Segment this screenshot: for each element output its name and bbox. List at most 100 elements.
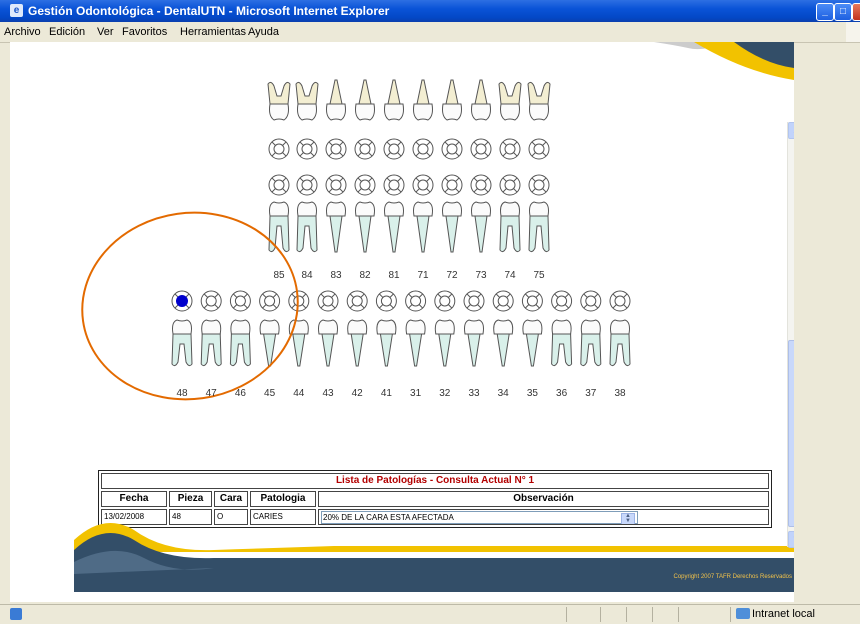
tooth-surface-chart[interactable]	[317, 290, 339, 312]
col-pieza: Pieza	[169, 491, 212, 507]
menu-ayuda[interactable]: Ayuda	[248, 26, 279, 38]
tooth-number: 35	[526, 388, 538, 399]
title-bar: e Gestión Odontológica - DentalUTN - Mic…	[0, 0, 860, 22]
tooth-surface-chart[interactable]	[499, 174, 521, 196]
tooth-surface-chart[interactable]	[268, 174, 290, 196]
status-divider	[652, 607, 653, 622]
scroll-down-button[interactable]: ▼	[788, 531, 794, 548]
pathology-marker[interactable]	[176, 295, 188, 307]
tooth-number: 42	[351, 388, 363, 399]
status-divider	[730, 607, 731, 622]
tooth-surface-chart[interactable]	[200, 290, 222, 312]
tooth-surface-chart[interactable]	[259, 290, 281, 312]
tooth-surface-chart[interactable]	[229, 290, 251, 312]
tooth-surface-chart[interactable]	[288, 290, 310, 312]
odontogram	[81, 79, 631, 401]
tooth-surface-chart[interactable]	[528, 174, 550, 196]
upper-tooth-crown	[297, 103, 317, 121]
tooth-surface-chart[interactable]	[296, 174, 318, 196]
status-bar: Intranet local	[0, 604, 860, 624]
col-patologia: Patologia	[250, 491, 316, 507]
tooth-root	[321, 333, 335, 367]
tooth-surface-chart[interactable]	[470, 174, 492, 196]
tooth-root	[292, 333, 306, 367]
tooth-crown	[522, 319, 543, 335]
tooth-root	[438, 333, 452, 367]
tooth-crown	[318, 319, 338, 335]
upper-tooth-root	[295, 81, 319, 105]
tooth-surface-chart[interactable]	[580, 290, 602, 312]
tooth-surface-chart[interactable]	[354, 174, 376, 196]
tooth-surface-chart[interactable]	[383, 138, 405, 160]
tooth-surface-chart[interactable]	[354, 138, 376, 160]
tooth-crown	[201, 319, 222, 335]
tooth-root	[379, 333, 393, 367]
scroll-up-button[interactable]: ▲	[788, 122, 794, 139]
footer-swoosh	[74, 522, 794, 592]
tooth-number: 83	[330, 270, 342, 281]
tooth-root	[329, 215, 343, 253]
tooth-number: 75	[533, 270, 545, 281]
tooth-root	[409, 333, 423, 367]
upper-tooth-root	[329, 79, 343, 105]
upper-tooth-root	[416, 79, 430, 105]
tooth-crown	[172, 319, 192, 335]
tooth-number: 84	[301, 270, 313, 281]
footer: Copyright 2007 TAFR Derechos Reservados	[74, 512, 794, 602]
tooth-surface-chart[interactable]	[412, 174, 434, 196]
page-viewport: 85 84 83 82 81 71 72 73 74 75 48 47 46 45 44 43 42 41 31 3…	[10, 42, 794, 602]
tooth-crown	[326, 201, 346, 217]
menu-bar: Archivo Edición Ver Favoritos Herramient…	[0, 22, 860, 43]
vertical-scrollbar[interactable]: ▲ ▼	[787, 122, 794, 548]
tooth-surface-chart[interactable]	[441, 138, 463, 160]
tooth-surface-chart[interactable]	[325, 174, 347, 196]
menu-favoritos[interactable]: Favoritos	[122, 26, 167, 38]
tooth-surface-chart[interactable]	[405, 290, 427, 312]
menu-edicion[interactable]: Edición	[49, 26, 85, 38]
col-fecha: Fecha	[101, 491, 167, 507]
menu-herramientas[interactable]: Herramientas	[180, 26, 246, 38]
tooth-surface-chart[interactable]	[528, 138, 550, 160]
tooth-root	[528, 215, 550, 253]
table-title: Lista de Patologías - Consulta Actual N°…	[101, 473, 769, 489]
tooth-number: 85	[273, 270, 285, 281]
upper-tooth-root	[474, 79, 488, 105]
tooth-surface-chart[interactable]	[325, 138, 347, 160]
tooth-crown	[434, 319, 455, 335]
upper-tooth-crown	[500, 103, 520, 121]
table-header: Fecha Pieza Cara Patologia Observación	[101, 491, 769, 507]
tooth-surface-chart[interactable]	[296, 138, 318, 160]
scroll-thumb[interactable]	[788, 340, 794, 527]
tooth-surface-chart[interactable]	[441, 174, 463, 196]
tooth-surface-chart[interactable]	[499, 138, 521, 160]
menu-ver[interactable]: Ver	[97, 26, 114, 38]
tooth-surface-chart[interactable]	[412, 138, 434, 160]
tooth-surface-chart[interactable]	[268, 138, 290, 160]
maximize-button[interactable]: □	[834, 3, 852, 21]
tooth-crown	[464, 319, 484, 335]
tooth-surface-chart[interactable]	[492, 290, 514, 312]
upper-tooth-crown	[471, 103, 491, 121]
tooth-surface-chart[interactable]	[375, 290, 397, 312]
tooth-surface-chart[interactable]	[470, 138, 492, 160]
footer-copyright: Copyright 2007 TAFR Derechos Reservados	[673, 574, 793, 580]
tooth-surface-chart[interactable]	[463, 290, 485, 312]
close-button[interactable]	[852, 3, 860, 21]
tooth-root	[416, 215, 430, 253]
tooth-number: 82	[359, 270, 371, 281]
tooth-surface-chart[interactable]	[434, 290, 456, 312]
tooth-surface-chart[interactable]	[609, 290, 631, 312]
menu-archivo[interactable]: Archivo	[4, 26, 41, 38]
minimize-button[interactable]: _	[816, 3, 834, 21]
tooth-root	[268, 215, 290, 253]
tooth-number: 45	[264, 388, 276, 399]
tooth-surface-chart[interactable]	[551, 290, 573, 312]
tooth-surface-chart[interactable]	[346, 290, 368, 312]
intranet-icon	[736, 608, 750, 619]
tooth-surface-chart[interactable]	[383, 174, 405, 196]
tooth-crown	[405, 319, 426, 335]
tooth-surface-chart[interactable]	[521, 290, 543, 312]
tooth-number: 81	[388, 270, 400, 281]
tooth-number: 33	[468, 388, 480, 399]
tooth-number: 32	[439, 388, 451, 399]
